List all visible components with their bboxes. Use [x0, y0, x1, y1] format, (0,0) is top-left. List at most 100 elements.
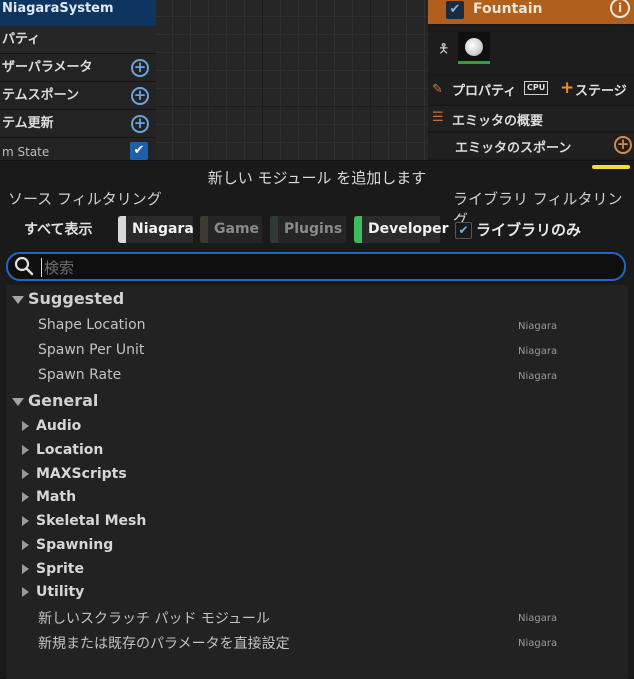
category-label: General — [28, 391, 99, 410]
filter-chip-developer[interactable]: Developer — [354, 216, 449, 243]
expand-right-icon — [22, 564, 29, 574]
group-label: Skeletal Mesh — [36, 513, 147, 529]
properties-button[interactable]: プロパティ — [452, 80, 516, 99]
expand-right-icon — [22, 492, 29, 502]
add-module-dialog: 新しい モジュール を追加します ソース フィルタリング ライブラリ フィルタリ… — [0, 160, 634, 679]
system-tab[interactable]: NiagaraSystem — [0, 0, 156, 26]
group-maxscripts[interactable]: MAXScripts — [22, 466, 127, 482]
chip-label: Plugins — [284, 221, 343, 237]
module-list[interactable]: Suggested Shape Location Niagara Spawn P… — [6, 285, 628, 679]
category-label: Suggested — [28, 289, 125, 308]
list-item[interactable]: 新しいスクラッチ パッド モジュール — [38, 608, 270, 628]
emitter-summary-label: エミッタの概要 — [452, 114, 544, 129]
info-icon[interactable]: i — [610, 0, 630, 18]
add-circle-icon[interactable]: + — [131, 87, 149, 105]
item-source: Niagara — [518, 638, 558, 649]
list-item[interactable]: Spawn Rate — [38, 367, 121, 383]
row-label: ザーパラメータ — [2, 60, 93, 75]
expand-right-icon — [22, 540, 29, 550]
sphere-preview-icon — [465, 38, 483, 56]
item-source: Niagara — [518, 321, 558, 332]
chip-label: Developer — [368, 221, 449, 237]
show-all-button[interactable]: すべて表示 — [24, 219, 92, 239]
list-item[interactable]: Spawn Per Unit — [38, 342, 144, 358]
cpu-sim-icon[interactable]: CPU — [524, 81, 549, 95]
chip-label: Game — [214, 221, 260, 237]
properties-header[interactable]: パティ — [0, 26, 156, 54]
search-icon — [14, 256, 34, 276]
item-source: Niagara — [518, 613, 558, 624]
group-utility[interactable]: Utility — [22, 584, 84, 600]
search-input[interactable]: 検索 — [44, 257, 74, 278]
group-label: Spawning — [36, 537, 114, 553]
node-graph-canvas[interactable] — [156, 0, 428, 160]
system-spawn-row[interactable]: テムスポーン + — [0, 82, 156, 110]
emitter-name: Fountain — [473, 1, 543, 17]
list-icon: ☰ — [432, 110, 444, 125]
group-spawning[interactable]: Spawning — [22, 537, 113, 553]
enabled-checkbox[interactable]: ✔ — [130, 142, 148, 160]
add-module-circle-icon[interactable]: + — [614, 136, 632, 154]
stage-button[interactable]: ステージ — [575, 80, 627, 99]
group-label: Location — [36, 442, 104, 458]
emitter-toolbar: ✎ プロパティ CPU + ステージ — [428, 76, 634, 104]
group-label: MAXScripts — [36, 466, 127, 482]
group-skeletal-mesh[interactable]: Skeletal Mesh — [22, 513, 146, 529]
row-label: テム更新 — [2, 116, 54, 131]
expand-right-icon — [22, 445, 29, 455]
group-label: Sprite — [36, 561, 84, 577]
list-item[interactable]: 新規または既存のパラメータを直接設定 — [38, 633, 290, 653]
expand-right-icon — [22, 516, 29, 526]
emitter-node: ✔ Fountain i 🯅 ✎ プロパティ CPU + ステージ ☰ エミッタ… — [428, 0, 634, 160]
emitter-summary-row[interactable]: ☰ エミッタの概要 — [428, 105, 634, 131]
highlight-marker — [592, 165, 630, 169]
expand-down-icon — [12, 397, 24, 406]
chip-color-bar — [118, 216, 126, 243]
list-item[interactable]: Shape Location — [38, 317, 146, 333]
chip-color-bar — [354, 216, 362, 243]
group-math[interactable]: Math — [22, 489, 76, 505]
search-box[interactable]: 検索 — [6, 252, 626, 281]
library-only-toggle[interactable]: ✔ ライブラリのみ — [455, 219, 581, 240]
filter-chip-game[interactable]: Game — [200, 216, 262, 243]
emitter-enabled-checkbox[interactable]: ✔ — [446, 1, 464, 19]
item-source: Niagara — [518, 371, 558, 382]
group-label: Utility — [36, 584, 85, 600]
add-stage-plus-icon[interactable]: + — [560, 78, 574, 98]
expand-right-icon — [22, 587, 29, 597]
emitter-spawn-label: エミッタのスポーン — [455, 141, 572, 156]
person-icon: 🯅 — [438, 42, 450, 57]
category-suggested[interactable]: Suggested — [12, 289, 124, 308]
item-source: Niagara — [518, 346, 558, 357]
chip-label: Niagara — [132, 221, 194, 237]
expand-down-icon — [12, 295, 24, 304]
row-label: m State — [2, 145, 50, 159]
category-general[interactable]: General — [12, 391, 98, 410]
dialog-title: 新しい モジュール を追加します — [207, 169, 427, 187]
group-audio[interactable]: Audio — [22, 418, 81, 434]
group-location[interactable]: Location — [22, 442, 103, 458]
library-only-label: ライブラリのみ — [476, 221, 582, 239]
emitter-thumbnail-row: 🯅 — [428, 26, 634, 74]
expand-right-icon — [22, 421, 29, 431]
user-parameters-row[interactable]: ザーパラメータ + — [0, 54, 156, 82]
filter-chip-niagara[interactable]: Niagara — [118, 216, 194, 243]
chip-color-bar — [200, 216, 208, 243]
system-update-row[interactable]: テム更新 + — [0, 110, 156, 138]
group-label: Audio — [36, 418, 82, 434]
text-caret — [41, 258, 42, 277]
filter-chip-plugins[interactable]: Plugins — [270, 216, 346, 243]
library-only-checkbox[interactable]: ✔ — [455, 222, 472, 239]
add-circle-icon[interactable]: + — [131, 115, 149, 133]
pencil-icon: ✎ — [432, 82, 443, 97]
chip-color-bar — [270, 216, 278, 243]
group-sprite[interactable]: Sprite — [22, 561, 84, 577]
emitter-spawn-row[interactable]: エミッタのスポーン + — [428, 132, 634, 158]
row-label: テムスポーン — [2, 88, 79, 103]
group-label: Math — [36, 489, 77, 505]
emitter-title-bar[interactable]: ✔ Fountain i — [428, 0, 634, 24]
add-circle-icon[interactable]: + — [131, 59, 149, 77]
expand-right-icon — [22, 469, 29, 479]
source-filter-label: ソース フィルタリング — [8, 190, 162, 208]
properties-header-label: パティ — [2, 32, 41, 47]
